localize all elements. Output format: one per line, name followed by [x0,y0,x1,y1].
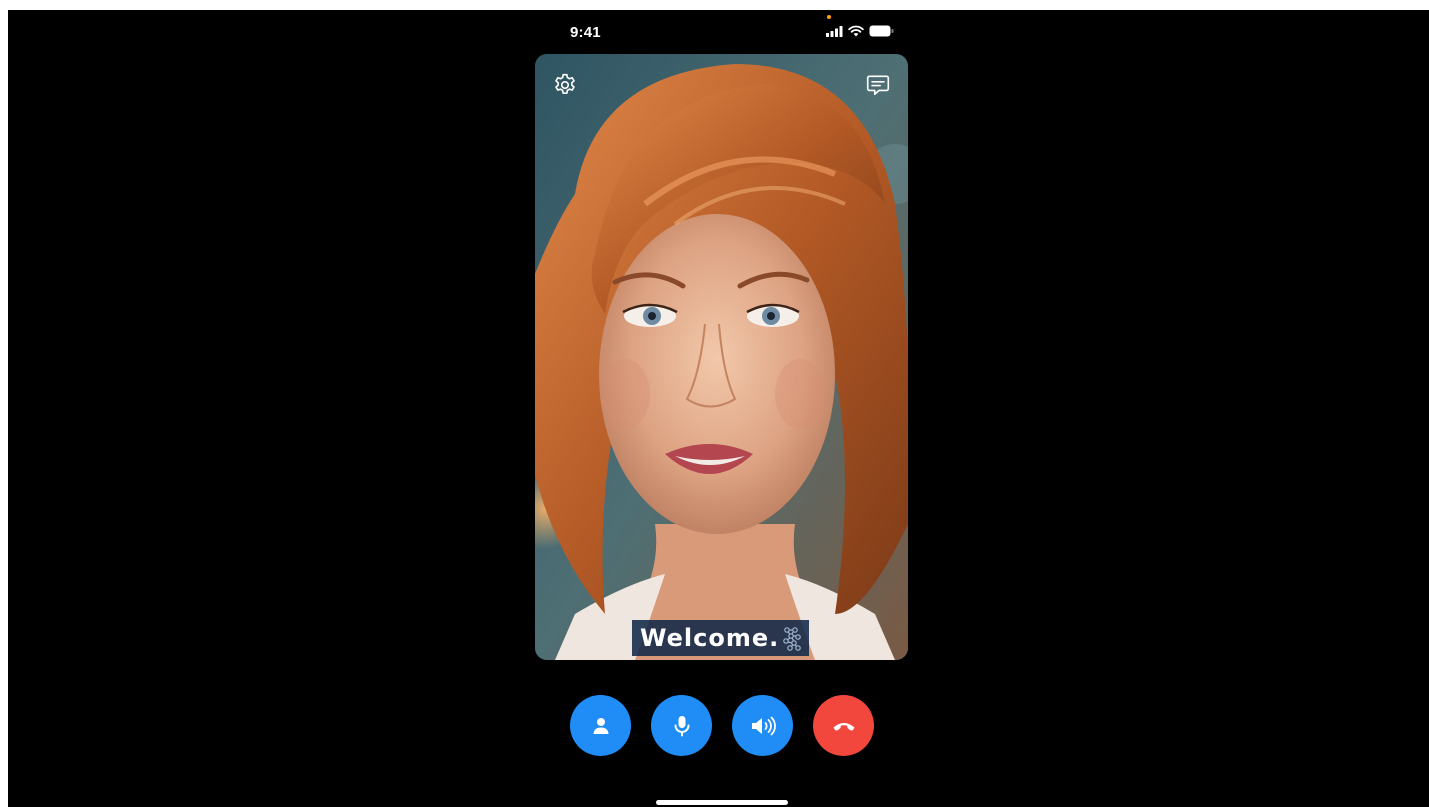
privacy-indicator-dot [827,15,831,19]
gear-icon[interactable] [550,70,580,100]
hang-up-icon [833,722,854,730]
call-screen: 9:41 Welcome. [8,10,1429,807]
cellular-signal-icon [826,25,843,37]
status-bar: 9:41 [494,10,944,54]
call-controls [570,695,874,756]
status-time: 9:41 [570,24,601,41]
network-logo-icon [783,627,802,651]
speaker-icon [751,716,776,735]
microphone-button[interactable] [651,695,712,756]
avatar-portrait-image [535,54,908,660]
caption-text: Welcome. [640,624,780,652]
home-indicator[interactable] [656,800,788,805]
avatar-button[interactable] [570,695,631,756]
wifi-icon [848,25,864,37]
chat-bubble-icon[interactable] [863,70,893,100]
person-icon [593,717,608,734]
battery-icon [869,25,894,37]
status-icons [826,23,894,39]
speaker-button[interactable] [732,695,793,756]
caption-box: Welcome. [632,620,810,656]
microphone-icon [674,715,689,736]
end-call-button[interactable] [813,695,874,756]
video-feed: Welcome. [535,54,908,660]
